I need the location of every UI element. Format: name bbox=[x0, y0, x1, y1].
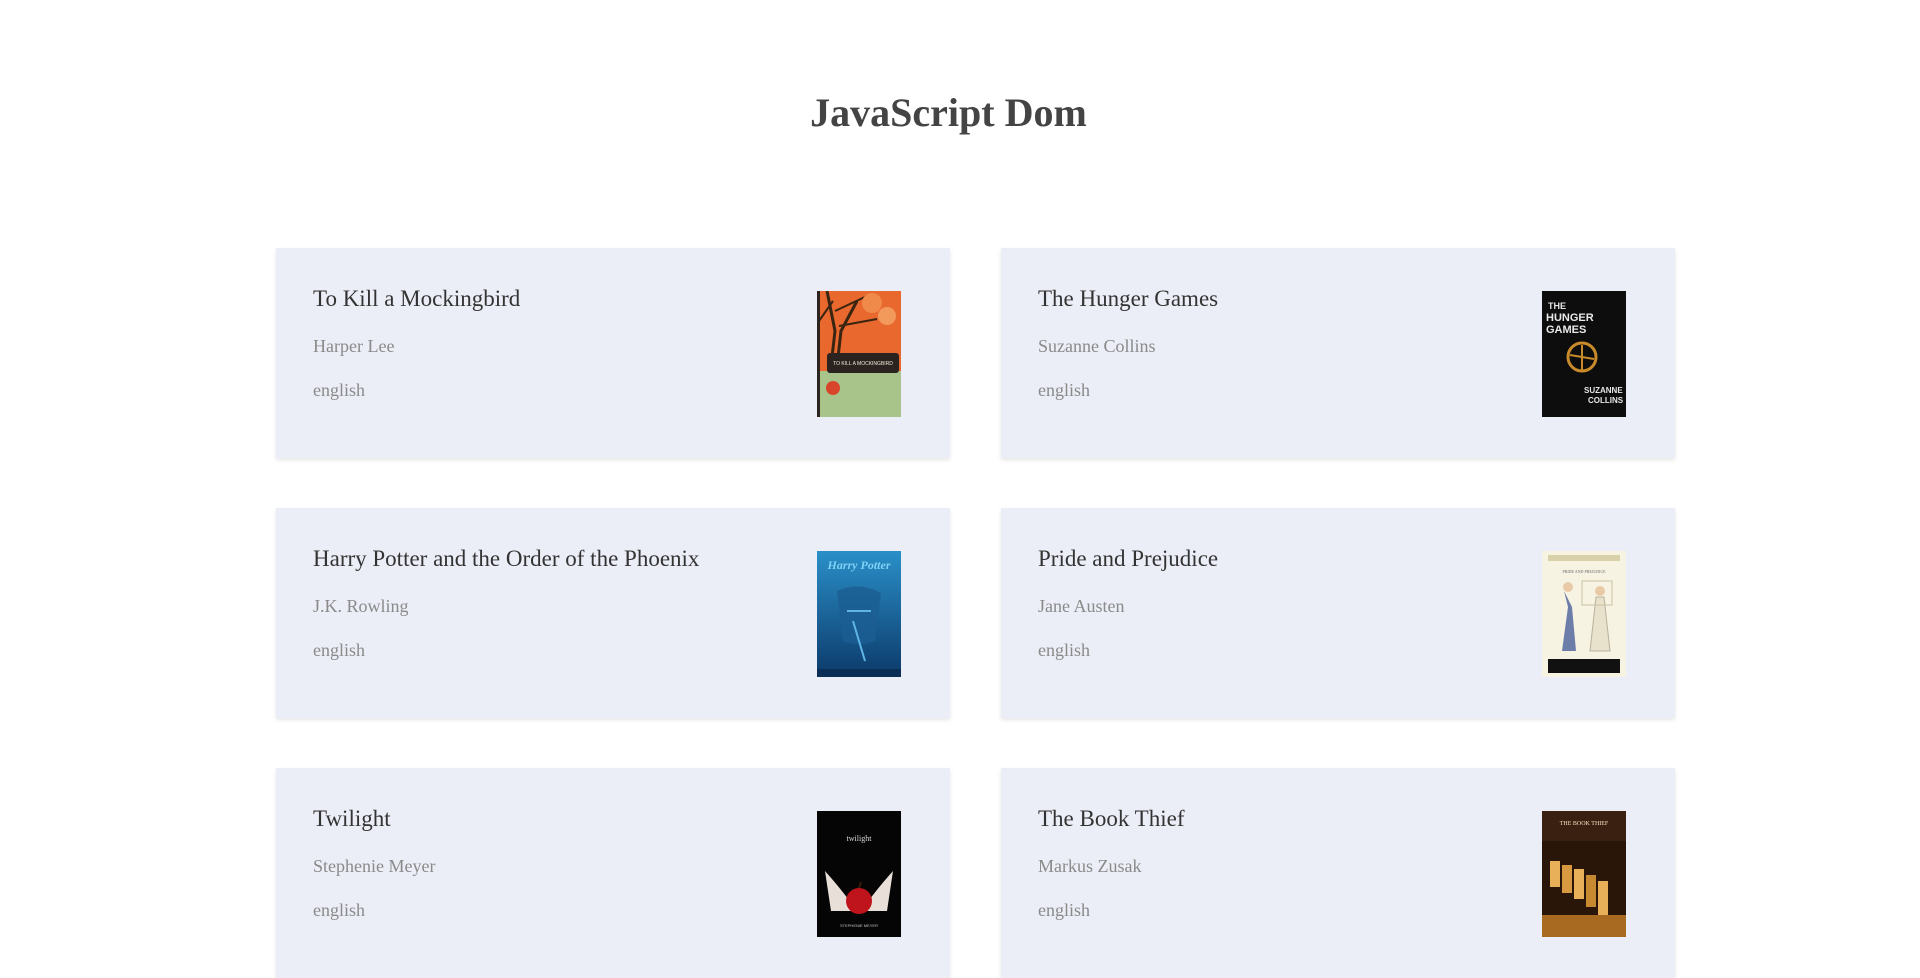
mockingbird-cover-icon: TO KILL A MOCKINGBIRD bbox=[817, 291, 901, 417]
hunger-games-cover-icon: THE HUNGER GAMES SUZANNE COLLINS bbox=[1542, 291, 1626, 417]
book-title: Pride and Prejudice bbox=[1038, 546, 1219, 571]
book-author: Markus Zusak bbox=[1038, 856, 1142, 876]
book-language: english bbox=[1038, 380, 1090, 400]
book-card: The Hunger Games Suzanne Collins english… bbox=[1001, 248, 1675, 458]
book-card: To Kill a Mockingbird Harper Lee english… bbox=[276, 248, 950, 458]
svg-text:THE BOOK THIEF: THE BOOK THIEF bbox=[1560, 821, 1609, 827]
svg-text:THE: THE bbox=[1548, 301, 1566, 311]
book-language: english bbox=[313, 900, 365, 920]
svg-text:PRIDE AND PREJUDICE: PRIDE AND PREJUDICE bbox=[1562, 569, 1606, 574]
svg-text:SUZANNE: SUZANNE bbox=[1584, 386, 1623, 395]
svg-text:Harry Potter: Harry Potter bbox=[827, 558, 891, 572]
book-title: To Kill a Mockingbird bbox=[313, 286, 521, 311]
book-author: Stephenie Meyer bbox=[313, 856, 436, 876]
book-title: The Hunger Games bbox=[1038, 286, 1219, 311]
book-card: The Book Thief Markus Zusak english THE … bbox=[1001, 768, 1675, 978]
book-language: english bbox=[1038, 900, 1090, 920]
svg-text:STEPHENIE MEYER: STEPHENIE MEYER bbox=[840, 923, 878, 928]
svg-text:COLLINS: COLLINS bbox=[1588, 396, 1624, 405]
page-title: JavaScript Dom bbox=[810, 90, 1087, 135]
book-author: Harper Lee bbox=[313, 336, 395, 356]
book-language: english bbox=[313, 380, 365, 400]
book-language: english bbox=[313, 640, 365, 660]
book-title: Harry Potter and the Order of the Phoeni… bbox=[313, 546, 700, 571]
svg-text:HUNGER: HUNGER bbox=[1546, 312, 1594, 324]
book-card: Pride and Prejudice Jane Austen english … bbox=[1001, 508, 1675, 718]
book-language: english bbox=[1038, 640, 1090, 660]
book-author: J.K. Rowling bbox=[313, 596, 409, 616]
book-author: Suzanne Collins bbox=[1038, 336, 1156, 356]
book-card: Harry Potter and the Order of the Phoeni… bbox=[276, 508, 950, 718]
svg-text:TO KILL A MOCKINGBIRD: TO KILL A MOCKINGBIRD bbox=[833, 361, 893, 367]
book-title: The Book Thief bbox=[1038, 806, 1185, 831]
book-list: To Kill a Mockingbird Harper Lee english… bbox=[276, 248, 1676, 978]
book-thief-cover-icon: THE BOOK THIEF bbox=[1542, 811, 1626, 937]
book-author: Jane Austen bbox=[1038, 596, 1125, 616]
book-title: Twilight bbox=[313, 806, 391, 831]
svg-text:GAMES: GAMES bbox=[1546, 324, 1586, 336]
book-card: Twilight Stephenie Meyer english twiligh… bbox=[276, 768, 950, 978]
pride-prejudice-cover-icon: PRIDE AND PREJUDICE bbox=[1542, 551, 1626, 677]
twilight-cover-icon: twilight STEPHENIE MEYER bbox=[817, 811, 901, 937]
harry-potter-cover-icon: Harry Potter bbox=[817, 551, 901, 677]
svg-text:twilight: twilight bbox=[847, 834, 873, 843]
